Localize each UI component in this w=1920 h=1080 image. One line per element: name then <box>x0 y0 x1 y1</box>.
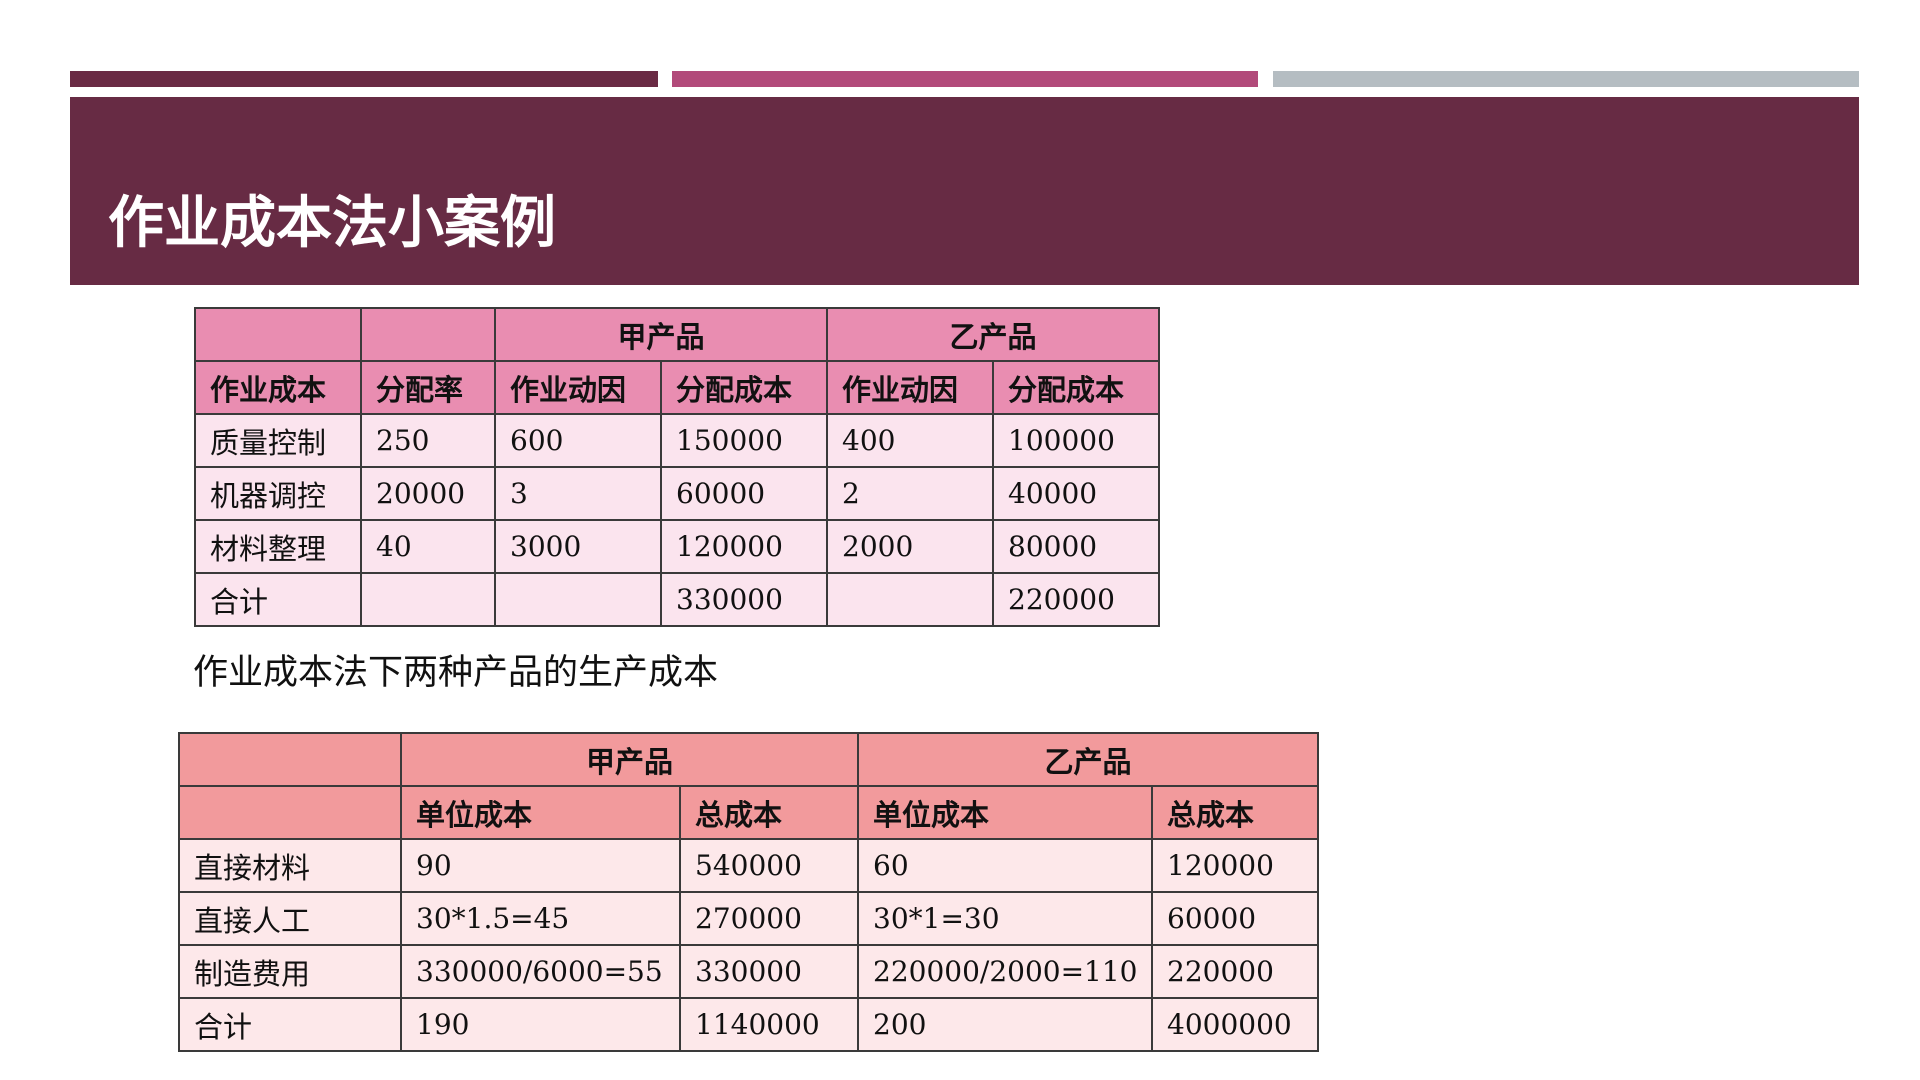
table-cell: 60000 <box>1151 891 1320 946</box>
table-cell: 2000 <box>826 519 995 574</box>
header-cell: 分配率 <box>360 360 496 415</box>
section-caption: 作业成本法下两种产品的生产成本 <box>193 653 719 693</box>
table-cell: 120000 <box>659 519 829 574</box>
table-cell: 30*1=30 <box>857 891 1154 946</box>
slide-title: 作业成本法小案例 <box>108 190 556 256</box>
header-cell: 总成本 <box>1151 785 1320 840</box>
accent-bar-dark <box>70 71 658 87</box>
row-label: 制造费用 <box>178 944 402 999</box>
header-cell <box>194 307 362 362</box>
table-cell: 400 <box>826 413 995 468</box>
header-cell: 分配成本 <box>992 360 1161 415</box>
table-cell: 330000/6000=55 <box>400 944 681 999</box>
table-cell: 20000 <box>360 466 496 521</box>
table-header-row: 甲产品 乙产品 <box>178 732 1320 787</box>
table-row: 质量控制 250 600 150000 400 100000 <box>194 413 1161 468</box>
table-row: 制造费用 330000/6000=55 330000 220000/2000=1… <box>178 944 1320 999</box>
header-cell: 分配成本 <box>659 360 829 415</box>
row-label: 合计 <box>178 997 402 1052</box>
table-cell: 330000 <box>659 572 829 627</box>
table-cell: 30*1.5=45 <box>400 891 681 946</box>
table-cell: 90 <box>400 838 681 893</box>
table-cell: 200 <box>857 997 1154 1052</box>
header-cell: 单位成本 <box>400 785 681 840</box>
table-cell <box>826 572 995 627</box>
table-cell: 60 <box>857 838 1154 893</box>
row-label: 材料整理 <box>194 519 362 574</box>
table-header-row: 单位成本 总成本 单位成本 总成本 <box>178 785 1320 840</box>
table-cell: 40000 <box>992 466 1161 521</box>
table-cell: 220000/2000=110 <box>857 944 1154 999</box>
group-header-product-b: 乙产品 <box>857 732 1320 787</box>
table-cell: 100000 <box>992 413 1161 468</box>
accent-bar-pink <box>672 71 1258 87</box>
header-cell <box>178 732 402 787</box>
table-row: 材料整理 40 3000 120000 2000 80000 <box>194 519 1161 574</box>
group-header-product-b: 乙产品 <box>826 307 1161 362</box>
table-header-row: 作业成本 分配率 作业动因 分配成本 作业动因 分配成本 <box>194 360 1161 415</box>
row-label: 机器调控 <box>194 466 362 521</box>
table-cell: 3000 <box>494 519 662 574</box>
production-cost-table: 甲产品 乙产品 单位成本 总成本 单位成本 总成本 直接材料 90 540000… <box>178 732 1320 1052</box>
activity-cost-table: 甲产品 乙产品 作业成本 分配率 作业动因 分配成本 作业动因 分配成本 质量控… <box>194 307 1161 627</box>
table-row-total: 合计 330000 220000 <box>194 572 1161 627</box>
table-cell: 40 <box>360 519 496 574</box>
header-cell: 总成本 <box>678 785 860 840</box>
table-cell <box>360 572 496 627</box>
table-cell: 250 <box>360 413 496 468</box>
table-cell: 220000 <box>1151 944 1320 999</box>
group-header-product-a: 甲产品 <box>399 732 860 787</box>
table-cell: 3 <box>494 466 662 521</box>
group-header-product-a: 甲产品 <box>493 307 829 362</box>
header-cell <box>360 307 496 362</box>
table-cell: 150000 <box>659 413 829 468</box>
table-cell: 600 <box>494 413 662 468</box>
table-cell: 4000000 <box>1151 997 1320 1052</box>
table-row: 直接材料 90 540000 60 120000 <box>178 838 1320 893</box>
table-cell: 270000 <box>678 891 860 946</box>
header-cell: 单位成本 <box>857 785 1154 840</box>
table-row-total: 合计 190 1140000 200 4000000 <box>178 997 1320 1052</box>
row-label: 质量控制 <box>194 413 362 468</box>
accent-bar-gray <box>1273 71 1859 87</box>
table-row: 机器调控 20000 3 60000 2 40000 <box>194 466 1161 521</box>
row-label: 合计 <box>194 572 362 627</box>
table-cell: 220000 <box>992 572 1161 627</box>
table-cell: 80000 <box>992 519 1161 574</box>
header-cell <box>178 785 402 840</box>
table-cell: 120000 <box>1151 838 1320 893</box>
table-cell: 60000 <box>659 466 829 521</box>
table-cell: 330000 <box>678 944 860 999</box>
header-cell: 作业动因 <box>494 360 662 415</box>
header-cell: 作业成本 <box>194 360 362 415</box>
table-cell: 190 <box>400 997 681 1052</box>
header-cell: 作业动因 <box>826 360 995 415</box>
row-label: 直接人工 <box>178 891 402 946</box>
title-banner: 作业成本法小案例 <box>70 97 1859 285</box>
table-header-row: 甲产品 乙产品 <box>194 307 1161 362</box>
table-row: 直接人工 30*1.5=45 270000 30*1=30 60000 <box>178 891 1320 946</box>
row-label: 直接材料 <box>178 838 402 893</box>
table-cell: 1140000 <box>678 997 860 1052</box>
table-cell: 2 <box>826 466 995 521</box>
table-cell: 540000 <box>678 838 860 893</box>
table-cell <box>494 572 662 627</box>
